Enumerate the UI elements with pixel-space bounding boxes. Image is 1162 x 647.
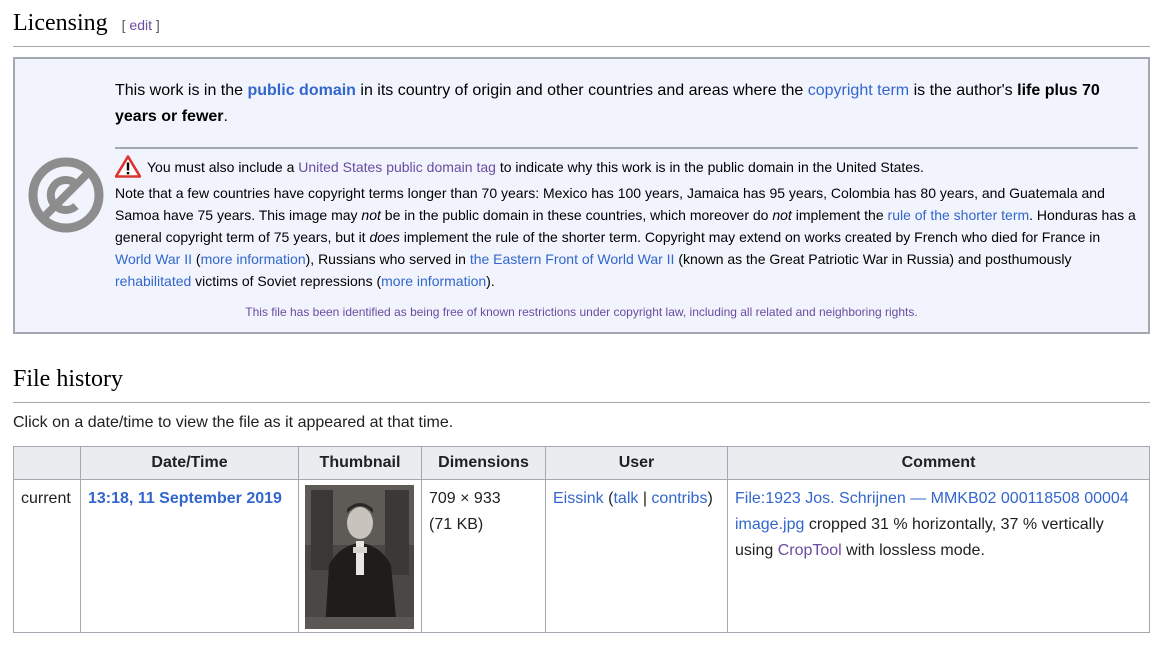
more-information-link-2[interactable]: more information: [381, 273, 486, 289]
dimensions-cell: 709 × 933 (71 KB): [421, 479, 546, 633]
user-link[interactable]: Eissink: [553, 490, 604, 507]
croptool-link[interactable]: CropTool: [778, 542, 842, 559]
public-domain-icon: [28, 157, 104, 233]
thumbnail-cell: [298, 479, 422, 633]
license-separator: [115, 147, 1138, 149]
licensing-title: Licensing: [13, 10, 108, 36]
thumbnail-image[interactable]: [305, 485, 414, 629]
header-dimensions: Dimensions: [421, 446, 546, 480]
contribs-link[interactable]: contribs: [651, 490, 707, 507]
file-history-intro: Click on a date/time to view the file as…: [13, 414, 454, 431]
header-thumbnail: Thumbnail: [298, 446, 422, 480]
edit-section: [ edit ]: [121, 17, 160, 33]
datetime-link[interactable]: 13:18, 11 September 2019: [88, 490, 282, 507]
us-public-domain-tag-link[interactable]: United States public domain tag: [298, 159, 496, 175]
copyright-term-link[interactable]: copyright term: [808, 82, 909, 99]
comment-cell: File:1923 Jos. Schrijnen — MMKB02 000118…: [727, 479, 1150, 633]
file-size: (71 KB): [429, 516, 484, 533]
file-history-table: Date/Time Thumbnail Dimensions User Comm…: [13, 446, 1150, 633]
datetime-cell: 13:18, 11 September 2019: [80, 479, 299, 633]
user-cell: Eissink (talk | contribs): [545, 479, 728, 633]
copyright-note: Note that a few countries have copyright…: [115, 185, 1136, 289]
header-status: [13, 446, 81, 480]
public-domain-license-box: This work is in the public domain in its…: [13, 57, 1150, 334]
header-comment: Comment: [727, 446, 1150, 480]
status-cell: current: [13, 479, 81, 633]
table-row: current 13:18, 11 September 2019 709 × 9…: [13, 479, 1150, 633]
rule-shorter-term-link[interactable]: rule of the shorter term: [888, 207, 1030, 223]
eastern-front-link[interactable]: the Eastern Front of World War II: [470, 251, 675, 267]
table-header-row: Date/Time Thumbnail Dimensions User Comm…: [13, 446, 1150, 480]
public-domain-link[interactable]: public domain: [247, 82, 355, 99]
edit-link[interactable]: edit: [129, 17, 152, 33]
dimensions-value: 709 × 933: [429, 490, 501, 507]
talk-link[interactable]: talk: [613, 490, 638, 507]
licensing-divider: [13, 46, 1150, 47]
header-datetime: Date/Time: [80, 446, 299, 480]
public-domain-statement: This work is in the public domain in its…: [115, 82, 1100, 125]
licensing-heading: Licensing [ edit ]: [13, 10, 160, 37]
license-footer: This file has been identified as being f…: [245, 305, 918, 319]
file-history-heading: File history: [13, 366, 124, 392]
rehabilitated-link[interactable]: rehabilitated: [115, 273, 191, 289]
more-information-link[interactable]: more information: [201, 251, 306, 267]
header-user: User: [545, 446, 728, 480]
warning-icon: [114, 155, 142, 178]
world-war-ii-link[interactable]: World War II: [115, 251, 192, 267]
us-tag-warning: You must also include a United States pu…: [114, 155, 924, 178]
file-history-divider: [13, 402, 1150, 403]
